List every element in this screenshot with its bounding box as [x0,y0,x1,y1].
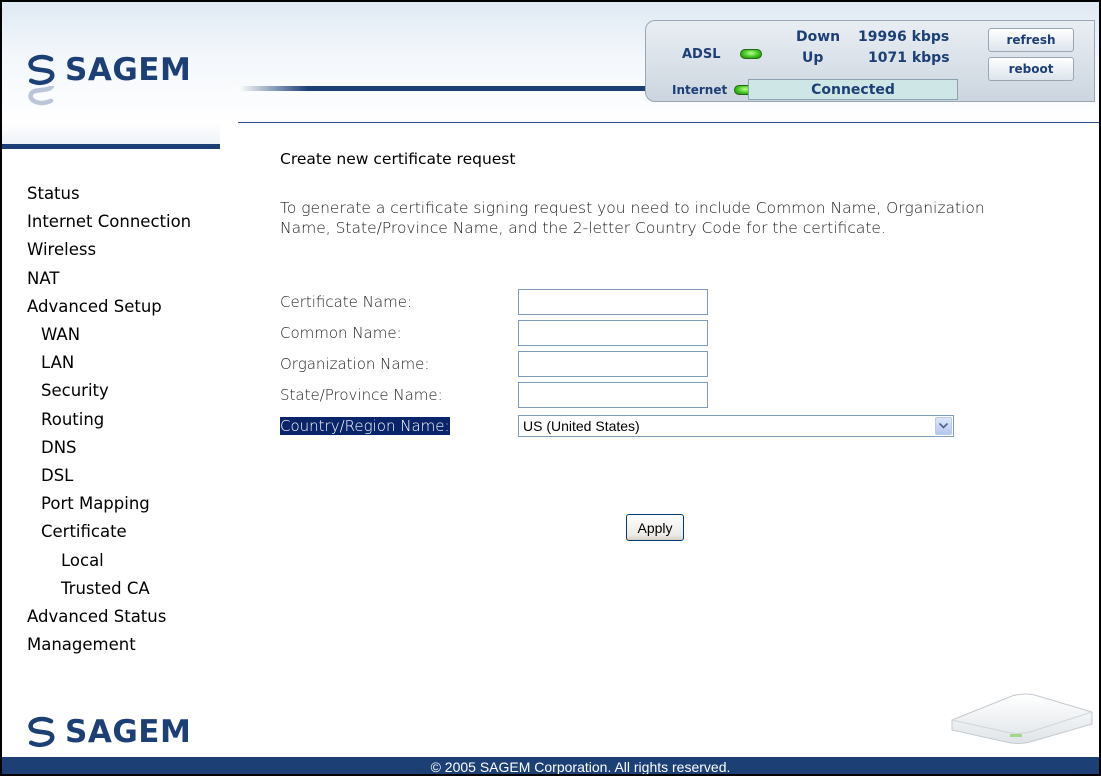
footer-bar: © 2005 SAGEM Corporation. All rights res… [2,757,1099,775]
country-region-selected-value: US (United States) [523,418,640,434]
nav-management[interactable]: Management [27,631,227,659]
nav-certificate-trusted-ca[interactable]: Trusted CA [27,575,227,603]
sagem-logo-reflection-icon [28,86,55,106]
header: SAGEM ADSL Internet Down 19996 kbps Up 1… [2,2,1099,122]
chevron-down-icon[interactable] [935,417,952,435]
nav-certificate-local[interactable]: Local [27,547,227,575]
organization-name-row: Organization Name: [280,351,708,377]
certificate-name-row: Certificate Name: [280,289,708,315]
refresh-button-label: refresh [1006,33,1056,47]
connection-status-panel: ADSL Internet Down 19996 kbps Up 1071 kb… [645,20,1095,102]
nav-dsl[interactable]: DSL [27,462,227,490]
nav-advanced-status[interactable]: Advanced Status [27,603,227,631]
sidebar-nav: Status Internet Connection Wireless NAT … [27,180,227,659]
certificate-name-label: Certificate Name: [280,293,412,311]
nav-routing[interactable]: Routing [27,406,227,434]
nav-port-mapping[interactable]: Port Mapping [27,490,227,518]
country-region-row: Country/Region Name: US (United States) [280,415,954,437]
country-region-label: Country/Region Name: [280,417,518,435]
nav-dns[interactable]: DNS [27,434,227,462]
reboot-button[interactable]: reboot [988,57,1074,81]
state-province-name-input[interactable] [518,382,708,408]
nav-lan[interactable]: LAN [27,349,227,377]
page-frame: SAGEM ADSL Internet Down 19996 kbps Up 1… [0,0,1101,776]
sagem-logo-icon [28,716,55,748]
organization-name-label: Organization Name: [280,355,430,373]
apply-button[interactable]: Apply [626,514,684,541]
nav-wireless[interactable]: Wireless [27,236,227,264]
down-label: Down [796,29,841,45]
country-region-select[interactable]: US (United States) [518,415,954,437]
footer-brand-name: SAGEM [65,714,192,750]
brand-logo-reflection [24,86,234,108]
up-label: Up [802,50,824,66]
header-divider-fade [238,86,308,91]
up-rate: 1071 kbps [868,50,950,66]
state-province-name-label: State/Province Name: [280,386,443,404]
brand-logo: SAGEM [24,52,191,88]
copyright-text: © 2005 SAGEM Corporation. All rights res… [430,759,731,775]
connection-state-badge: Connected [748,79,958,100]
nav-status[interactable]: Status [27,180,227,208]
internet-label: Internet [672,83,728,97]
nav-advanced-setup[interactable]: Advanced Setup [27,293,227,321]
sidebar-header-bar [2,144,220,149]
common-name-row: Common Name: [280,320,708,346]
common-name-input[interactable] [518,320,708,346]
sagem-logo-icon [28,54,55,86]
nav-nat[interactable]: NAT [27,265,227,293]
nav-security[interactable]: Security [27,377,227,405]
state-province-name-row: State/Province Name: [280,382,708,408]
adsl-label: ADSL [682,47,721,62]
router-device-icon [951,693,1093,744]
nav-certificate[interactable]: Certificate [27,518,227,546]
certificate-name-input[interactable] [518,289,708,315]
brand-name: SAGEM [65,52,192,88]
reboot-button-label: reboot [1008,62,1054,76]
organization-name-input[interactable] [518,351,708,377]
down-rate: 19996 kbps [858,29,950,45]
nav-internet-connection[interactable]: Internet Connection [27,208,227,236]
footer-brand-logo: SAGEM [24,714,191,750]
common-name-label: Common Name: [280,324,402,342]
adsl-led-icon [740,49,762,59]
country-region-label-text: Country/Region Name: [280,417,450,435]
page-title: Create new certificate request [280,150,516,168]
refresh-button[interactable]: refresh [988,28,1074,52]
nav-wan[interactable]: WAN [27,321,227,349]
intro-text: To generate a certificate signing reques… [280,199,985,237]
content-top-rule [238,122,1099,123]
sidebar-header-fade [2,122,220,144]
connection-state-text: Connected [811,81,895,98]
